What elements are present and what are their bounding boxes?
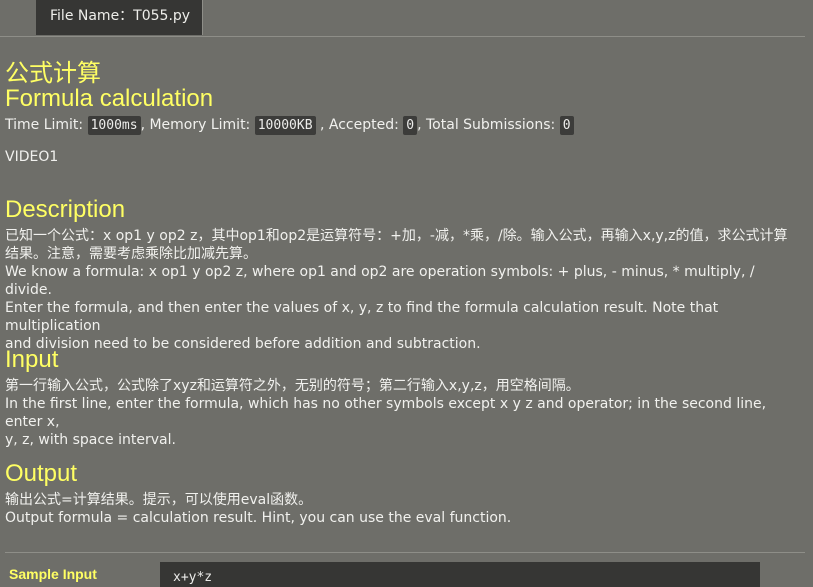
description-text: 已知一个公式：x op1 y op2 z，其中op1和op2是运算符号：+加，-… [5,227,805,353]
time-limit-label: Time Limit: [5,117,84,133]
problem-limits: Time Limit: 1000ms, Memory Limit: 10000K… [5,114,574,136]
problem-title-english: Formula calculation [5,85,214,112]
input-cn-line: 第一行输入公式，公式除了xyz和运算符之外，无别的符号；第二行输入x,y,z，用… [5,378,580,394]
output-heading: Output [5,460,78,487]
accepted-label: , Accepted: [319,117,399,133]
input-text: 第一行输入公式，公式除了xyz和运算符之外，无别的符号；第二行输入x,y,z，用… [5,377,805,449]
output-en-line: Output formula = calculation result. Hin… [5,510,512,526]
sample-input-label: Sample Input [9,566,97,582]
output-text: 输出公式=计算结果。提示，可以使用eval函数。 Output formula … [5,491,805,527]
time-limit-value: 1000ms [87,116,141,135]
accepted-count: 0 [403,116,418,135]
description-heading: Description [5,196,126,223]
output-cn-line: 输出公式=计算结果。提示，可以使用eval函数。 [5,492,313,508]
description-en-line: and division need to be considered befor… [5,336,481,352]
tab-strip: File Name：T055.py [0,0,805,37]
file-name-tab[interactable]: File Name：T055.py [36,0,203,35]
input-en-line: y, z, with space interval. [5,432,176,448]
section-divider [5,552,805,553]
description-en-line: Enter the formula, and then enter the va… [5,300,719,334]
description-cn-line: 已知一个公式：x op1 y op2 z，其中op1和op2是运算符号：+加，-… [5,228,788,244]
memory-limit-value: 10000KB [254,116,316,135]
memory-limit-label: , Memory Limit: [140,117,251,133]
total-submissions-count: 0 [559,116,574,135]
description-en-line: We know a formula: x op1 y op2 z, where … [5,264,755,298]
video-link[interactable]: VIDEO1 [5,148,58,166]
input-heading: Input [5,346,59,373]
sample-input-box[interactable]: x+y*z [160,562,760,587]
description-cn-line: 结果。注意，需要考虑乘除比加减先算。 [5,246,257,262]
sample-input-line: x+y*z [173,570,213,585]
input-en-line: In the first line, enter the formula, wh… [5,396,767,430]
total-submissions-label: , Total Submissions: [417,117,556,133]
